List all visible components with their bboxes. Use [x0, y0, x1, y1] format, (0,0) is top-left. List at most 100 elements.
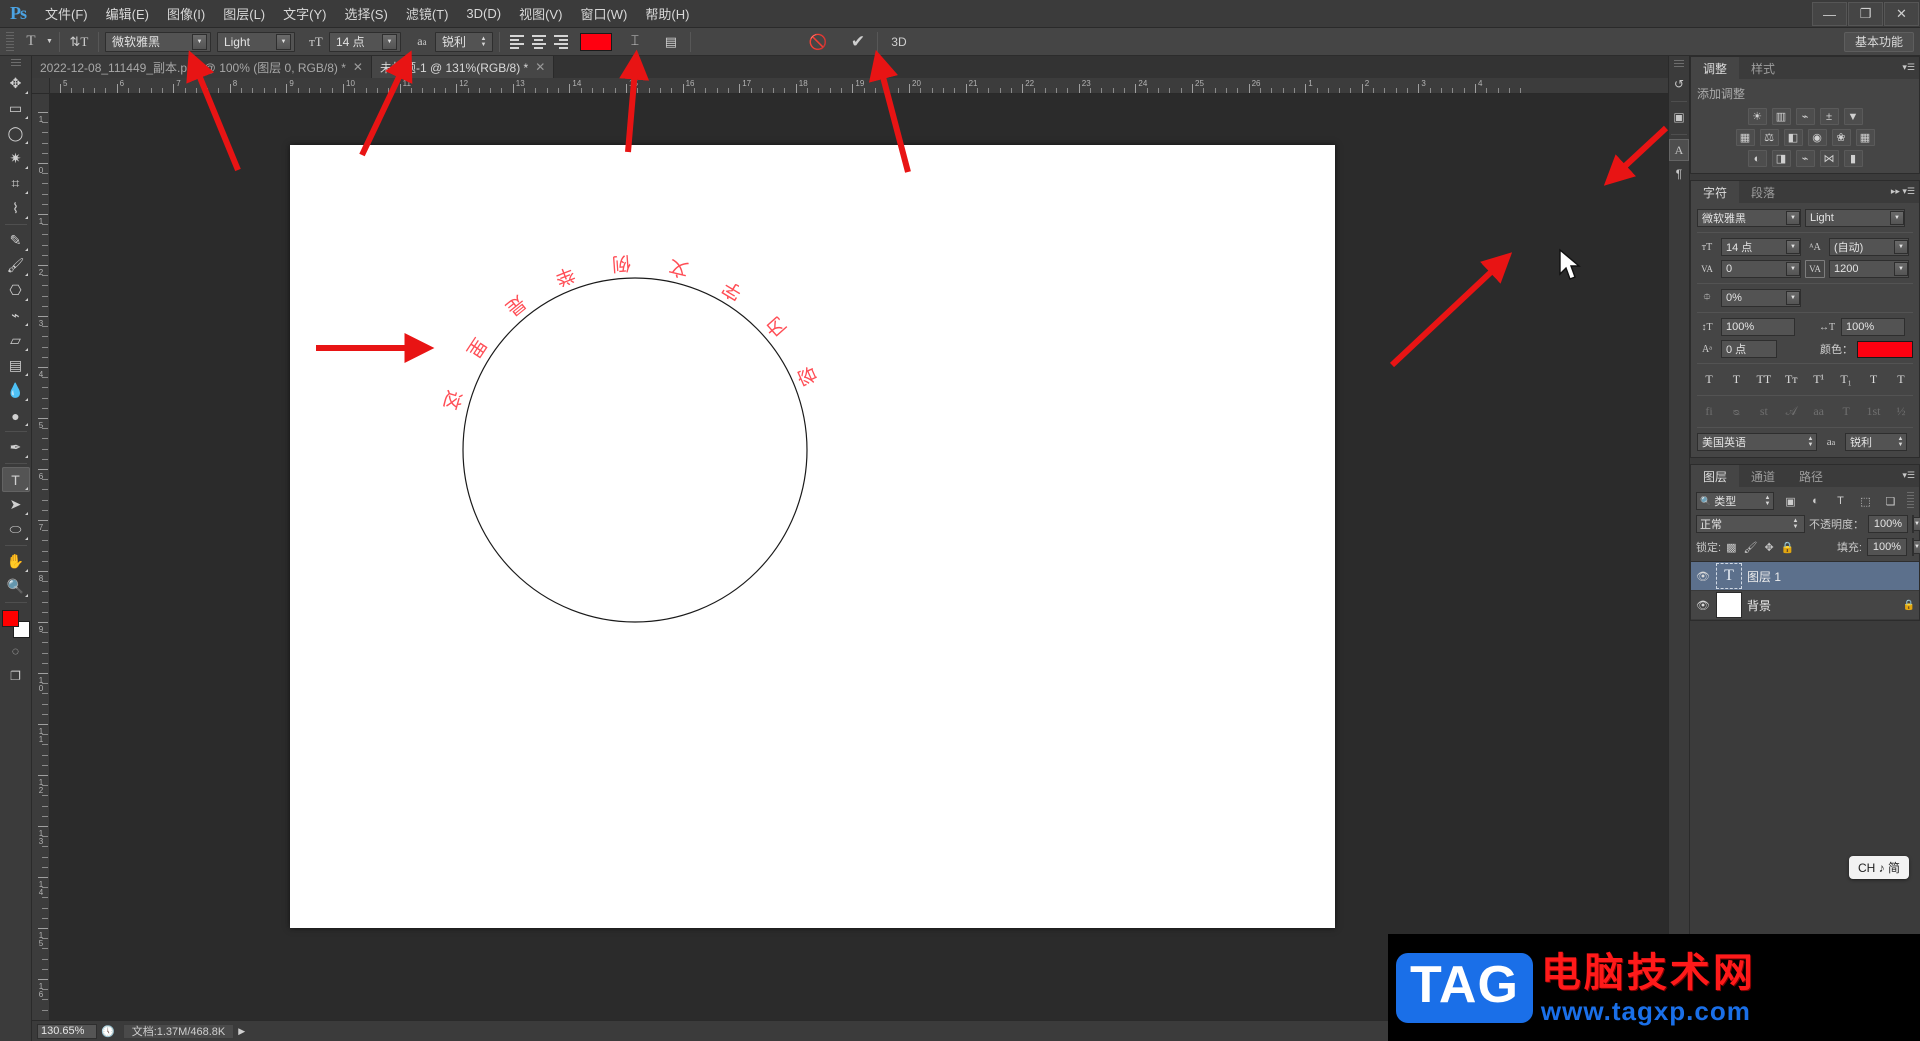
tab-paragraph[interactable]: 段落 — [1739, 181, 1788, 203]
zoom-tool[interactable]: 🔍 — [2, 574, 30, 599]
antialias-select[interactable]: 锐利 ▲ ▼ — [434, 31, 493, 52]
swash-button[interactable]: 𝒜 — [1781, 403, 1801, 420]
marquee-tool[interactable]: ▭ — [2, 96, 30, 121]
move-tool[interactable]: ✥ — [2, 71, 30, 96]
layer-row[interactable]: 👁 T 图层 1 — [1691, 562, 1919, 591]
lock-image-pixels-icon[interactable]: 🖌 — [1743, 541, 1757, 554]
layer-thumbnail[interactable]: T — [1716, 563, 1742, 589]
options-bar-grip[interactable] — [6, 31, 14, 52]
char-ratio-field[interactable]: 0% ▼ — [1721, 289, 1801, 307]
filter-pixel-icon[interactable]: ▣ — [1782, 492, 1800, 510]
chevron-down-icon[interactable]: ▼ — [1786, 262, 1800, 276]
menu-select[interactable]: 选择(S) — [335, 0, 396, 27]
horizontal-ruler[interactable]: 5 6 7 8 9 10 11 12 13 14 15 16 17 18 19 20 21 22 23 24 25 26 1… — [50, 78, 1668, 94]
char-horizontal-scale-field[interactable]: 100% — [1841, 318, 1905, 336]
menu-help[interactable]: 帮助(H) — [636, 0, 698, 27]
color-balance-icon[interactable]: ⚖ — [1759, 129, 1779, 146]
font-family-select[interactable]: 微软雅黑 ▼ — [104, 31, 211, 52]
menu-image[interactable]: 图像(I) — [158, 0, 214, 27]
align-center-button[interactable] — [528, 32, 550, 52]
photo-filter-icon[interactable]: ◉ — [1807, 129, 1827, 146]
underline-button[interactable]: T — [1864, 371, 1884, 388]
char-font-size-field[interactable]: 14 点 ▼ — [1721, 238, 1801, 256]
menu-layer[interactable]: 图层(L) — [214, 0, 274, 27]
brightness-contrast-icon[interactable]: ☀ — [1747, 108, 1767, 125]
tab-styles[interactable]: 样式 — [1739, 57, 1788, 79]
hand-tool[interactable]: ✋ — [2, 549, 30, 574]
align-right-button[interactable] — [550, 32, 572, 52]
font-style-select[interactable]: Light ▼ — [216, 31, 295, 52]
rail-grip[interactable] — [1674, 60, 1684, 68]
filter-shape-icon[interactable]: ⬚ — [1857, 492, 1875, 510]
char-font-style-select[interactable]: Light ▼ — [1805, 209, 1905, 227]
pen-tool[interactable]: ✒ — [2, 435, 30, 460]
subscript-button[interactable]: T₁ — [1836, 371, 1856, 388]
text-color-swatch[interactable] — [579, 32, 612, 51]
curves-icon[interactable]: ⌁ — [1795, 108, 1815, 125]
tab-adjustments[interactable]: 调整 — [1691, 57, 1740, 79]
chevron-down-icon[interactable]: ▼ — [1894, 240, 1908, 254]
layer-thumbnail[interactable] — [1716, 592, 1742, 618]
toggle-character-panel-icon[interactable]: ▤ — [658, 31, 684, 53]
document-tab-2[interactable]: 未标题-1 @ 131%(RGB/8) * ✕ — [371, 56, 555, 78]
opacity-value[interactable]: 100% — [1868, 515, 1908, 533]
menu-file[interactable]: 文件(F) — [36, 0, 97, 27]
filter-adjustment-icon[interactable]: ◐ — [1807, 492, 1825, 510]
spinner-arrows-icon[interactable]: ▲ ▼ — [1790, 518, 1801, 530]
font-size-select[interactable]: 14 点 ▼ — [328, 31, 401, 52]
titling-alternates-button[interactable]: T — [1836, 403, 1856, 420]
chevron-down-icon[interactable]: ▼ — [381, 33, 397, 50]
chevron-down-icon[interactable]: ▼ — [1786, 240, 1800, 254]
black-white-icon[interactable]: ◧ — [1783, 129, 1803, 146]
strikethrough-button[interactable]: T — [1891, 371, 1911, 388]
levels-icon[interactable]: ▥ — [1771, 108, 1791, 125]
align-left-button[interactable] — [506, 32, 528, 52]
restore-button[interactable]: ❐ — [1848, 2, 1883, 26]
char-font-family-select[interactable]: 微软雅黑 ▼ — [1697, 209, 1801, 227]
fractions-button[interactable]: ½ — [1891, 403, 1911, 420]
close-button[interactable]: ✕ — [1884, 2, 1919, 26]
faux-bold-button[interactable]: T — [1699, 371, 1719, 388]
faux-italic-button[interactable]: T — [1726, 371, 1746, 388]
chevron-down-icon[interactable]: ▼ — [1913, 540, 1920, 554]
history-brush-tool[interactable]: ⌁ — [2, 303, 30, 328]
eye-icon[interactable]: 👁 — [1695, 599, 1711, 612]
char-color-swatch[interactable] — [1857, 340, 1913, 358]
spot-healing-brush-tool[interactable]: ✎ — [2, 228, 30, 253]
chevron-down-icon[interactable]: ▼ — [1890, 211, 1904, 225]
chevron-down-icon[interactable]: ▼ — [275, 33, 291, 50]
stylistic-alternates-button[interactable]: aa — [1809, 403, 1829, 420]
color-lookup-icon[interactable]: ▦ — [1855, 129, 1875, 146]
lock-transparent-pixels-icon[interactable]: ▩ — [1726, 541, 1736, 554]
3d-mode-label[interactable]: 3D — [884, 31, 914, 53]
tab-paths[interactable]: 路径 — [1787, 465, 1836, 487]
lock-position-icon[interactable]: ✥ — [1764, 541, 1773, 554]
status-expand-arrow-icon[interactable]: ▶ — [238, 1026, 245, 1037]
tool-preset-picker[interactable]: T — [18, 31, 44, 53]
type-tool[interactable]: T — [1, 467, 30, 492]
gradient-map-icon[interactable]: ▮ — [1843, 150, 1863, 167]
panel-collapse-icon[interactable]: ▸▸ ▾☰ — [1891, 186, 1915, 197]
paragraph-panel-icon[interactable]: ¶ — [1669, 163, 1689, 185]
contextual-alternates-button[interactable]: st — [1754, 403, 1774, 420]
fill-value[interactable]: 100% — [1867, 538, 1907, 556]
char-vertical-scale-field[interactable]: 100% — [1721, 318, 1795, 336]
layer-filter-type-select[interactable]: 🔍 类型 ▲ ▼ — [1696, 492, 1774, 510]
threshold-icon[interactable]: ⌁ — [1795, 150, 1815, 167]
eraser-tool[interactable]: ▱ — [2, 328, 30, 353]
lock-all-icon[interactable]: 🔒 — [1781, 541, 1795, 554]
color-swatches[interactable] — [1, 610, 30, 638]
brush-tool[interactable]: 🖌 — [2, 253, 30, 278]
char-leading-field[interactable]: (自动) ▼ — [1829, 238, 1909, 256]
menu-type[interactable]: 文字(Y) — [274, 0, 335, 27]
chevron-down-icon[interactable]: ▼ — [1894, 262, 1908, 276]
vibrance-icon[interactable]: ▼ — [1843, 108, 1863, 125]
gradient-tool[interactable]: ▤ — [2, 353, 30, 378]
char-antialias-select[interactable]: 锐利 ▲ ▼ — [1845, 433, 1907, 451]
minimize-button[interactable]: — — [1812, 2, 1847, 26]
standard-ligatures-button[interactable]: fi — [1699, 403, 1719, 420]
close-icon[interactable]: ✕ — [353, 60, 363, 74]
small-caps-button[interactable]: Tᴛ — [1781, 371, 1801, 388]
toolbox-grip[interactable] — [10, 59, 21, 67]
filter-smart-object-icon[interactable]: ❏ — [1882, 492, 1900, 510]
